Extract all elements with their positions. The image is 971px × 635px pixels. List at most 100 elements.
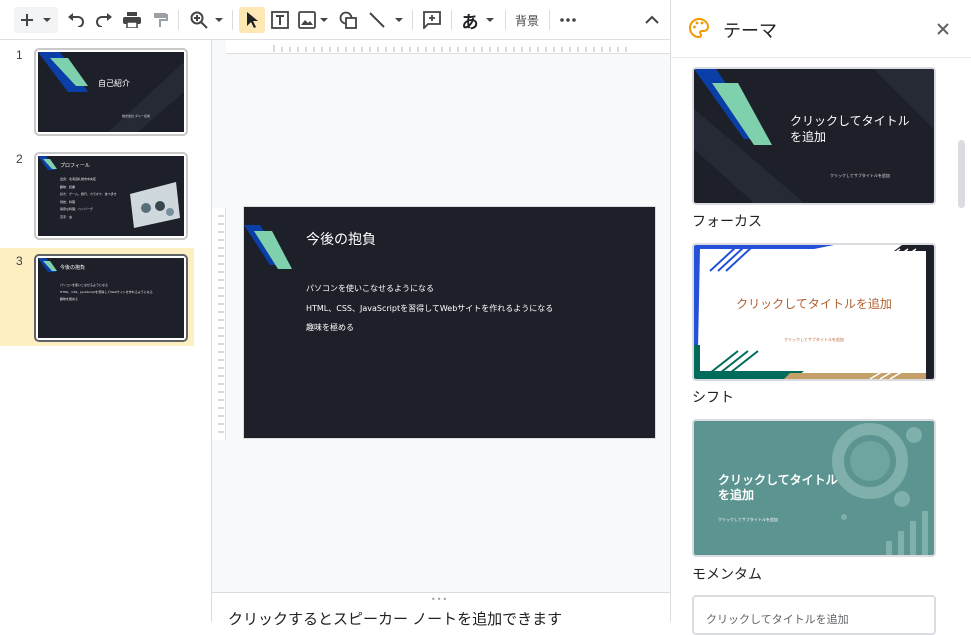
comment-button[interactable] [420,7,444,33]
theme-card-momentum[interactable]: クリックしてタイトルを追加 クリックしてサブタイトルを追加 [692,419,936,557]
horizontal-ruler[interactable] [226,40,670,54]
zoom-button[interactable] [186,7,228,33]
slide-number: 3 [16,254,23,268]
redo-icon [96,13,112,27]
slide-title: 今後の抱負 [60,265,86,271]
select-tool-button[interactable] [239,7,265,33]
theme-card-focus[interactable]: クリックしてタイトルを追加 クリックしてサブタイトルを追加 [692,67,936,205]
toolbar-divider [412,10,413,30]
themes-panel: テーマ クリックしてタイトルを追加 クリックしてサブタイトルを追加 フォーカス … [670,0,971,635]
plus-icon [21,14,33,26]
chevron-down-icon [215,18,223,22]
slide-decoration [38,52,184,132]
input-tools-label: あ [461,12,479,33]
slide-filmstrip: 1 自己紹介 株式会社 ダミー名前 2 プロフィール 出身：北海道札幌市中央区 … [0,40,212,622]
ruler-ticks [273,45,627,52]
print-button[interactable] [120,7,144,33]
more-options-button[interactable] [556,7,580,33]
slide-body-line: 趣味：読書 [60,184,76,189]
slide-thumbnail-1[interactable]: 1 自己紹介 株式会社 ダミー名前 [0,42,194,140]
toolbar-divider [549,10,550,30]
slide-thumbnail-3[interactable]: 3 今後の抱負 パソコンを使いこなせるようになる HTML、CSS、JavaSc… [0,248,194,346]
new-slide-button[interactable] [14,7,58,33]
add-comment-icon [423,11,441,29]
themes-scrollbar[interactable] [958,140,965,208]
toolbar-divider [505,10,506,30]
theme-card-next[interactable]: クリックしてタイトルを追加 [692,595,936,635]
shape-button[interactable] [336,7,360,33]
chevron-down-icon [43,18,51,22]
chevron-up-icon [645,15,659,24]
slide-body[interactable]: パソコンを使いこなせるようになる HTML、CSS、JavaScriptを習得し… [306,279,553,338]
theme-preview-title: クリックしてタイトルを追加 [706,613,849,626]
more-horizontal-icon [560,18,576,22]
slide-body-line: 得意な料理：ハンバーグ [60,207,94,211]
resize-handle-icon[interactable]: ••• [431,595,448,604]
slide-body-line: パソコンを使いこなせるようになる [306,284,434,293]
slide-body-line: 苦手：虫 [60,214,73,219]
background-button[interactable]: 背景 [510,7,544,33]
slide-body-line: 出身：北海道札幌市中央区 [60,177,97,181]
close-icon[interactable] [936,22,950,36]
theme-preview-graphic [694,245,934,379]
undo-icon [68,13,84,27]
theme-preview-subtitle: クリックしてサブタイトルを追加 [784,337,844,342]
collapse-menu-button[interactable] [640,7,664,33]
chevron-down-icon [395,18,403,22]
redo-button[interactable] [92,7,116,33]
slide-thumbnail-2[interactable]: 2 プロフィール 出身：北海道札幌市中央区 趣味：読書 好き：ゲーム、旅行、カラ… [0,146,194,244]
chevron-down-icon [485,18,494,22]
slide-number: 1 [16,48,23,62]
slide-title: プロフィール [60,163,90,169]
slide-body-line: 好き：ゲーム、旅行、カラオケ、食べ歩き [60,192,117,196]
slide-preview: 今後の抱負 パソコンを使いこなせるようになる HTML、CSS、JavaScri… [34,254,188,342]
speaker-notes-placeholder: クリックするとスピーカー ノートを追加できます [228,611,563,628]
slide-preview: プロフィール 出身：北海道札幌市中央区 趣味：読書 好き：ゲーム、旅行、カラオケ… [34,152,188,240]
paint-format-button[interactable] [148,7,172,33]
theme-preview-title: クリックしてタイトルを追加 [718,473,838,502]
chevron-down-icon [319,18,328,22]
shape-icon [339,11,357,29]
slide-editor: 今後の抱負 パソコンを使いこなせるようになる HTML、CSS、JavaScri… [212,40,670,592]
slide-preview: 自己紹介 株式会社 ダミー名前 [34,48,188,136]
vertical-ruler[interactable] [212,208,226,440]
undo-button[interactable] [64,7,88,33]
theme-card-shift[interactable]: クリックしてタイトルを追加 クリックしてサブタイトルを追加 [692,243,936,381]
theme-name: シフト [692,389,734,405]
slide-number: 2 [16,152,23,166]
palette-icon [689,17,710,39]
ruler-ticks [218,215,224,433]
zoom-icon [190,11,208,29]
line-icon [369,12,385,28]
insert-image-button[interactable] [296,7,330,33]
toolbar-divider [451,10,452,30]
input-tools-button[interactable]: あ [457,7,499,33]
slide-title[interactable]: 今後の抱負 [306,229,376,249]
slide-canvas[interactable]: 今後の抱負 パソコンを使いこなせるようになる HTML、CSS、JavaScri… [244,207,655,438]
theme-preview-title: クリックしてタイトルを追加 [736,297,892,311]
slide-body-line: パソコンを使いこなせるようになる [60,283,109,287]
themes-header: テーマ [671,0,971,58]
theme-name: モメンタム [692,566,762,582]
slide-body-line: 趣味を極める [60,297,79,301]
text-box-icon [271,11,289,29]
text-box-button[interactable] [268,7,292,33]
slide-subtitle: 株式会社 ダミー名前 [122,114,150,118]
slide-body: パソコンを使いこなせるようになる HTML、CSS、JavaScriptを習得し… [60,282,170,303]
speaker-notes[interactable]: ••• クリックするとスピーカー ノートを追加できます [212,592,670,628]
theme-preview-title: クリックしてタイトルを追加 [790,114,910,144]
themes-title: テーマ [723,21,777,41]
slide-body-line: 趣味を極める [306,323,354,332]
theme-preview-subtitle: クリックしてサブタイトルを追加 [830,173,890,178]
toolbar-divider [178,10,179,30]
toolbar-divider [232,10,233,30]
slide-body: 出身：北海道札幌市中央区 趣味：読書 好き：ゲーム、旅行、カラオケ、食べ歩き 特… [60,176,130,221]
cursor-icon [247,12,258,28]
slide-body-line: 特技：料理 [60,199,76,204]
slide-title: 自己紹介 [98,79,130,88]
theme-preview-subtitle: クリックしてサブタイトルを追加 [718,517,778,522]
paint-format-icon [154,13,168,27]
line-button[interactable] [366,7,406,33]
slide-body-line: HTML、CSS、JavaScriptを習得してWebサイトを作れるようになる [60,290,153,294]
print-icon [123,12,141,28]
